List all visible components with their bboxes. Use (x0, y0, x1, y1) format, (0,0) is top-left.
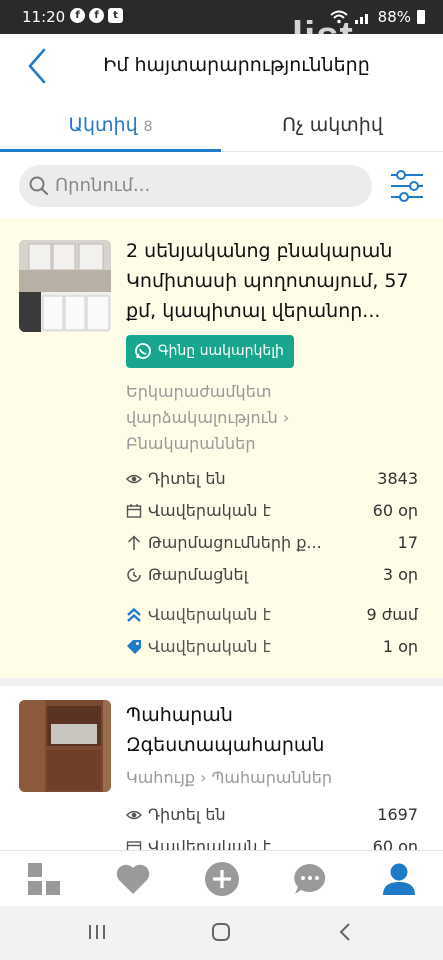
double-chevron-up-icon (127, 607, 141, 622)
stat-label: Թարմացումների ք... (148, 533, 322, 552)
listing-thumbnail-wardrobe (19, 700, 111, 792)
negotiable-price-badge: Գինը սակարկելի (126, 335, 294, 368)
search-row: Որոնում... (0, 152, 443, 218)
stat-refresh-count: Թարմացումների ք... 17 (126, 530, 418, 558)
tab-inactive-label: Ոչ ակտիվ (282, 114, 383, 136)
search-placeholder: Որոնում... (55, 175, 151, 196)
battery-percent: 88% (377, 8, 411, 26)
stat-label-promotion: Վավերական է 1 օր (126, 634, 418, 662)
stat-value: 1 օր (382, 637, 418, 656)
stat-value: 3843 (377, 469, 418, 488)
tab-active-label: Ակտիվ (68, 114, 138, 136)
card-separator (0, 678, 443, 686)
categories-icon[interactable] (26, 861, 62, 897)
bottom-navigation (0, 850, 443, 906)
search-icon (29, 176, 48, 195)
stat-refresh[interactable]: Թարմացնել 3 օր (126, 562, 418, 590)
tab-bar: Ակտիվ 8 Ոչ ակտիվ (0, 98, 443, 152)
status-time: 11:20 (22, 8, 66, 26)
listing-card[interactable]: 2 սենյականոց բնակարան Կոմիտասի պողոտայու… (0, 218, 443, 678)
tag-icon (127, 640, 141, 654)
notification-icons: f f t (70, 8, 123, 23)
system-back-icon[interactable] (335, 922, 357, 942)
eye-icon (126, 474, 142, 484)
plus-circle-icon[interactable] (204, 861, 240, 897)
stat-value: 9 ժամ (366, 605, 418, 624)
tab-active[interactable]: Ակտիվ 8 (0, 98, 221, 152)
home-icon[interactable] (210, 922, 232, 942)
stat-label: Դիտել են (148, 805, 226, 824)
listing-thumbnail-kitchen (19, 240, 111, 332)
stat-value: 1697 (377, 805, 418, 824)
whatsapp-chat-icon (135, 343, 151, 359)
stat-label: Վավերական է (148, 501, 271, 520)
heart-icon[interactable] (115, 861, 151, 897)
stat-value: 17 (397, 533, 418, 552)
arrow-up-icon (127, 535, 141, 550)
user-icon[interactable] (381, 861, 417, 897)
eye-icon (126, 810, 142, 820)
stat-label: Թարմացնել (148, 565, 248, 584)
chat-bubble-icon[interactable] (292, 861, 328, 897)
facebook-notification-icon-2: f (89, 8, 104, 23)
status-bar: 11:20 f f t 88% (0, 0, 443, 34)
app-header: Իմ հայտարարությունները (0, 34, 443, 98)
signal-icon (354, 14, 368, 24)
stat-value: 60 օր (372, 837, 418, 850)
filter-sliders-icon[interactable] (388, 167, 426, 205)
stat-views: Դիտել են 3843 (126, 466, 418, 494)
listing-title: Պահարան Զգեստապահարան (126, 704, 325, 756)
stat-value: 3 օր (382, 565, 418, 584)
tab-active-count: 8 (143, 119, 153, 135)
stat-label: Վավերական է (148, 605, 271, 624)
calendar-icon (126, 504, 142, 518)
badge-label: Գինը սակարկելի (158, 343, 284, 359)
page-title: Իմ հայտարարությունները (103, 54, 370, 76)
stat-valid: Վավերական է 60 օր (126, 498, 418, 526)
app-notification-icon: t (108, 8, 123, 23)
stat-label: Վավերական է (148, 837, 271, 850)
tab-inactive[interactable]: Ոչ ակտիվ (222, 98, 443, 152)
stat-label: Վավերական է (148, 637, 271, 656)
stat-views: Դիտել են 1697 (126, 802, 418, 830)
listing-category[interactable]: Երկարաժամկետ վարձակալություն › Բնակարանն… (126, 379, 326, 457)
calendar-icon (126, 841, 142, 850)
recent-apps-icon[interactable] (86, 922, 108, 942)
facebook-notification-icon: f (70, 8, 85, 23)
stat-valid: Վավերական է 60 օր (126, 834, 418, 850)
battery-icon (417, 10, 425, 24)
search-input[interactable]: Որոնում... (19, 165, 372, 207)
listing-title: 2 սենյականոց բնակարան Կոմիտասի պողոտայու… (126, 240, 409, 322)
stat-label: Դիտել են (148, 469, 226, 488)
stat-top-promotion: Վավերական է 9 ժամ (126, 602, 418, 630)
stat-value: 60 օր (372, 501, 418, 520)
listing-category[interactable]: Կահույք › Պահարաններ (126, 765, 426, 791)
system-nav-bar (0, 906, 443, 960)
listing-card[interactable]: Պահարան Զգեստապահարան Կահույք › Պահարանն… (0, 686, 443, 850)
clock-refresh-icon (127, 568, 141, 582)
